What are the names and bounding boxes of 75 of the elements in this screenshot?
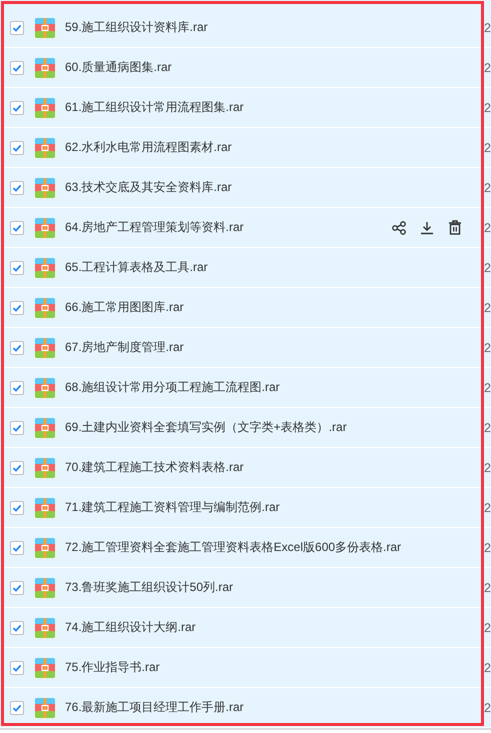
file-name[interactable]: 76.最新施工项目经理工作手册.rar <box>65 699 244 716</box>
file-name[interactable]: 60.质量通病图集.rar <box>65 59 172 76</box>
checkbox[interactable] <box>10 660 24 674</box>
table-cell: 2 <box>484 540 491 554</box>
checkbox[interactable] <box>10 100 24 114</box>
file-name[interactable]: 63.技术交底及其安全资料库.rar <box>65 179 232 196</box>
table-cell: 2 <box>484 20 491 34</box>
checkbox[interactable] <box>10 380 24 394</box>
checkbox[interactable] <box>10 500 24 514</box>
table-cell: 2 <box>484 60 491 74</box>
checkbox[interactable] <box>10 460 24 474</box>
archive-icon <box>35 378 55 398</box>
checkbox[interactable] <box>10 180 24 194</box>
archive-icon <box>35 258 55 278</box>
file-name[interactable]: 68.施组设计常用分项工程施工流程图.rar <box>65 379 280 396</box>
archive-icon <box>35 98 55 118</box>
file-name[interactable]: 65.工程计算表格及工具.rar <box>65 259 208 276</box>
archive-icon <box>35 618 55 638</box>
checkbox[interactable] <box>10 620 24 634</box>
file-name[interactable]: 66.施工常用图图库.rar <box>65 299 184 316</box>
checkbox[interactable] <box>10 20 24 34</box>
file-name[interactable]: 73.鲁班奖施工组织设计50列.rar <box>65 579 234 596</box>
table-cell: 2 <box>484 460 491 474</box>
checkbox[interactable] <box>10 540 24 554</box>
table-cell: 2 <box>484 580 491 594</box>
file-name[interactable]: 71.建筑工程施工资料管理与编制范例.rar <box>65 499 280 516</box>
checkbox[interactable] <box>10 300 24 314</box>
archive-icon <box>35 418 55 438</box>
file-name[interactable]: 61.施工组织设计常用流程图集.rar <box>65 99 244 116</box>
file-name[interactable]: 59.施工组织设计资料库.rar <box>65 19 208 36</box>
archive-icon <box>35 218 55 238</box>
file-name[interactable]: 70.建筑工程施工技术资料表格.rar <box>65 459 244 476</box>
checkbox[interactable] <box>10 60 24 74</box>
trash-icon[interactable] <box>448 220 462 235</box>
checkbox[interactable] <box>10 580 24 594</box>
archive-icon <box>35 658 55 678</box>
table-cell: 2 <box>484 300 491 314</box>
checkbox[interactable] <box>10 340 24 354</box>
archive-icon <box>35 298 55 318</box>
archive-icon <box>35 578 55 598</box>
archive-icon <box>35 458 55 478</box>
table-cell: 2 <box>484 100 491 114</box>
checkbox[interactable] <box>10 700 24 714</box>
checkbox[interactable] <box>10 140 24 154</box>
table-cell: 2 <box>484 140 491 154</box>
table-cell: 2 <box>484 500 491 514</box>
file-name[interactable]: 74.施工组织设计大纲.rar <box>65 619 196 636</box>
file-name[interactable]: 67.房地产制度管理.rar <box>65 339 184 356</box>
archive-icon <box>35 698 55 718</box>
checkbox[interactable] <box>10 420 24 434</box>
archive-icon <box>35 138 55 158</box>
file-name[interactable]: 69.土建内业资料全套填写实例（文字类+表格类）.rar <box>65 419 347 436</box>
archive-icon <box>35 498 55 518</box>
share-icon[interactable] <box>392 220 406 234</box>
archive-icon <box>35 338 55 358</box>
file-name[interactable]: 64.房地产工程管理策划等资料.rar <box>65 219 244 236</box>
archive-icon <box>35 18 55 38</box>
table-cell: 2 <box>484 260 491 274</box>
checkbox[interactable] <box>10 220 24 234</box>
table-cell: 2 <box>484 380 491 394</box>
file-name[interactable]: 75.作业指导书.rar <box>65 659 160 676</box>
table-cell: 2 <box>484 220 491 234</box>
table-cell: 2 <box>484 620 491 634</box>
table-cell: 2 <box>484 180 491 194</box>
table-cell: 2 <box>484 700 491 714</box>
file-name[interactable]: 62.水利水电常用流程图素材.rar <box>65 139 232 156</box>
archive-icon <box>35 178 55 198</box>
download-icon[interactable] <box>420 220 434 234</box>
checkbox[interactable] <box>10 260 24 274</box>
table-cell: 2 <box>484 420 491 434</box>
file-name[interactable]: 72.施工管理资料全套施工管理资料表格Excel版600多份表格.rar <box>65 539 402 556</box>
table-cell: 2 <box>484 660 491 674</box>
archive-icon <box>35 538 55 558</box>
table-cell: 2 <box>484 340 491 354</box>
archive-icon <box>35 58 55 78</box>
